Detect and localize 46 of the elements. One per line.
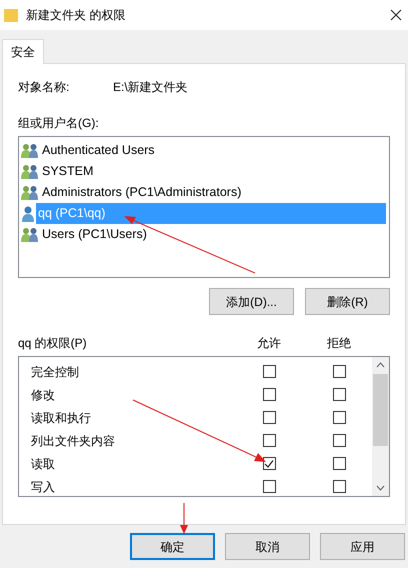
dialog-button[interactable]: 取消 — [225, 533, 310, 560]
checkbox[interactable] — [332, 388, 346, 401]
dialog-button[interactable]: 确定 — [130, 533, 215, 560]
checkbox[interactable] — [332, 365, 346, 378]
checkbox[interactable] — [262, 365, 276, 378]
column-header: 拒绝 — [326, 335, 352, 352]
checkbox[interactable] — [332, 480, 346, 493]
dialog-button[interactable]: 应用 — [320, 533, 405, 560]
permission-name: 完全控制 — [31, 364, 80, 380]
permission-name: 写入 — [31, 478, 56, 496]
permission-name: 读取和执行 — [31, 410, 92, 426]
user-group-icon — [21, 164, 39, 179]
checkbox[interactable] — [262, 388, 276, 401]
object-label: 对象名称: — [18, 79, 70, 96]
object-path: E:\新建文件夹 — [113, 79, 188, 96]
scrollbar[interactable] — [372, 357, 389, 496]
checkbox[interactable] — [262, 480, 276, 493]
user-list-item[interactable]: SYSTEM — [40, 162, 96, 181]
checkbox[interactable] — [262, 411, 276, 424]
checkbox[interactable] — [332, 434, 346, 447]
permission-name: 读取 — [31, 456, 56, 472]
user-list-item[interactable]: Authenticated Users — [40, 141, 157, 160]
user-list-item[interactable]: Users (PC1\Users) — [40, 225, 149, 244]
user-group-icon — [21, 185, 39, 200]
permissions-label: qq 的权限(P) — [18, 335, 88, 352]
checkbox[interactable] — [332, 411, 346, 424]
user-icon — [21, 206, 35, 222]
folder-icon — [4, 8, 18, 22]
list-action-button[interactable]: 删除(R) — [305, 288, 390, 315]
user-group-icon — [21, 227, 39, 242]
arrow — [179, 503, 189, 535]
checkbox[interactable] — [332, 457, 346, 470]
checkbox[interactable] — [262, 434, 276, 447]
permission-name: 修改 — [31, 386, 56, 404]
check-icon — [264, 458, 274, 468]
user-group-icon — [21, 143, 39, 158]
close-icon[interactable] — [390, 9, 402, 21]
users-label: 组或用户名(G): — [18, 115, 100, 132]
column-header: 允许 — [256, 335, 282, 352]
scroll-thumb[interactable] — [373, 374, 388, 446]
list-action-button[interactable]: 添加(D)... — [209, 288, 294, 315]
window-title: 新建文件夹 的权限 — [26, 7, 126, 24]
checkbox[interactable] — [262, 457, 276, 470]
permission-name: 列出文件夹内容 — [31, 432, 116, 450]
tab[interactable]: 安全 — [2, 39, 44, 64]
user-list-item[interactable]: Administrators (PC1\Administrators) — [40, 183, 244, 202]
